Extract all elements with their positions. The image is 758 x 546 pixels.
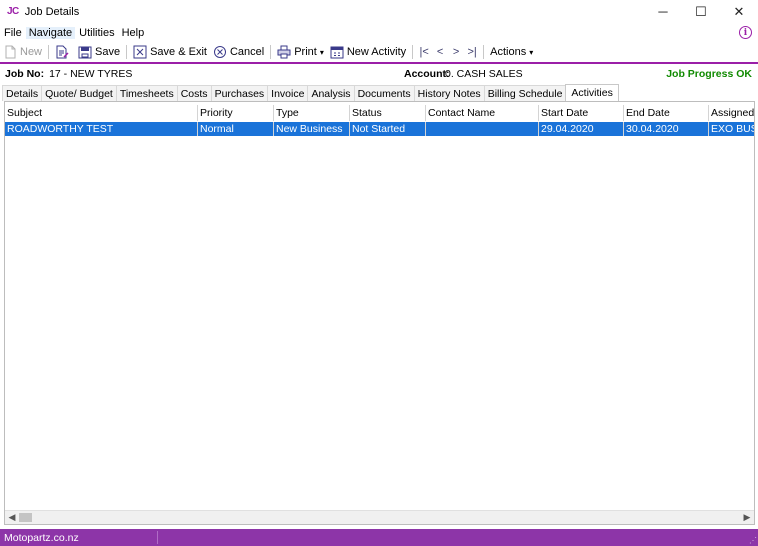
- horizontal-scrollbar[interactable]: ◀ ▶: [5, 510, 754, 524]
- tab-quote-budget[interactable]: Quote/ Budget: [41, 85, 117, 101]
- last-record-icon[interactable]: >|: [464, 46, 480, 58]
- column-header-subject[interactable]: Subject: [5, 105, 198, 121]
- print-button[interactable]: Print ▾: [274, 43, 327, 61]
- tab-billing-schedule[interactable]: Billing Schedule: [483, 85, 567, 101]
- minimize-button[interactable]: ─: [644, 0, 682, 23]
- toolbar-separator: [483, 45, 485, 59]
- window-title: Job Details: [24, 5, 80, 18]
- save-exit-button[interactable]: Save & Exit: [130, 43, 210, 61]
- menu-help[interactable]: Help: [119, 27, 148, 39]
- column-header-start-date[interactable]: Start Date: [539, 105, 624, 121]
- save-label: Save: [95, 46, 121, 58]
- tab-documents[interactable]: Documents: [353, 85, 415, 101]
- cell-assigned-to: EXO BUSIN: [711, 123, 754, 135]
- info-icon[interactable]: i: [739, 26, 752, 39]
- toolbar-separator: [412, 45, 414, 59]
- job-no-value: 17 - NEW TYRES: [49, 68, 133, 80]
- column-header-assigned-to[interactable]: Assigned T: [709, 105, 754, 121]
- cell-end-date: 30.04.2020: [624, 122, 709, 136]
- print-dropdown-icon: ▾: [319, 47, 324, 57]
- actions-button[interactable]: Actions ▾: [487, 43, 536, 61]
- column-header-priority[interactable]: Priority: [198, 105, 274, 121]
- cancel-label: Cancel: [229, 46, 265, 58]
- close-button[interactable]: ✕: [720, 0, 758, 23]
- cell-type: New Business: [274, 122, 350, 136]
- actions-label: Actions: [490, 46, 527, 58]
- tab-purchases[interactable]: Purchases: [210, 85, 269, 101]
- save-exit-label: Save & Exit: [150, 46, 207, 58]
- accent-divider: [0, 62, 758, 64]
- maximize-button[interactable]: ☐: [682, 0, 720, 23]
- status-bar: Motopartz.co.nz ⋰: [0, 529, 758, 546]
- toolbar-separator: [270, 45, 272, 59]
- cell-priority: Normal: [198, 122, 274, 136]
- toolbar: New Save Save & Exit Cancel Print ▾ New …: [0, 42, 758, 62]
- tab-invoice[interactable]: Invoice: [267, 85, 309, 101]
- cell-start-date: 29.04.2020: [539, 122, 624, 136]
- account-value: 0. CASH SALES: [445, 68, 523, 80]
- account-label: Account:: [404, 68, 450, 80]
- first-record-icon[interactable]: |<: [416, 46, 432, 58]
- new-label: New: [20, 46, 43, 58]
- menu-file[interactable]: File: [1, 27, 25, 39]
- previous-record-icon[interactable]: <: [432, 46, 448, 58]
- column-header-contact-name[interactable]: Contact Name: [426, 105, 539, 121]
- print-label: Print: [294, 46, 317, 58]
- tab-activities[interactable]: Activities: [565, 84, 619, 101]
- cell-contact-name: [426, 122, 539, 136]
- new-button[interactable]: New: [0, 43, 45, 61]
- table-row[interactable]: ROADWORTHY TEST Normal New Business Not …: [5, 122, 754, 136]
- title-bar: JC Job Details ─ ☐ ✕: [0, 0, 758, 23]
- app-logo: JC: [7, 6, 19, 17]
- menu-utilities[interactable]: Utilities: [76, 27, 117, 39]
- actions-dropdown-icon: ▾: [529, 47, 534, 57]
- tab-history-notes[interactable]: History Notes: [413, 85, 485, 101]
- tab-analysis[interactable]: Analysis: [307, 85, 355, 101]
- job-no-label: Job No:: [5, 68, 45, 80]
- scroll-left-icon[interactable]: ◀: [7, 511, 17, 524]
- window-controls: ─ ☐ ✕: [644, 0, 758, 23]
- toolbar-separator: [48, 45, 50, 59]
- edit-document-button[interactable]: [52, 43, 75, 61]
- scrollbar-thumb[interactable]: [19, 513, 32, 522]
- menu-navigate[interactable]: Navigate: [25, 26, 76, 39]
- status-text: Motopartz.co.nz: [4, 531, 79, 544]
- column-header-type[interactable]: Type: [274, 105, 350, 121]
- job-info-bar: Job No: 17 - NEW TYRES Account: 0. CASH …: [0, 65, 758, 83]
- new-activity-label: New Activity: [346, 46, 407, 58]
- tab-timesheets[interactable]: Timesheets: [115, 85, 178, 101]
- column-header-end-date[interactable]: End Date: [624, 105, 709, 121]
- tab-details[interactable]: Details: [2, 85, 43, 101]
- status-separator: [157, 531, 158, 544]
- cancel-button[interactable]: Cancel: [210, 43, 267, 61]
- resize-grip-icon[interactable]: ⋰: [749, 536, 757, 545]
- save-icon: [78, 45, 92, 59]
- cancel-icon: [213, 45, 227, 59]
- activities-grid[interactable]: Subject Priority Type Status Contact Nam…: [4, 101, 755, 525]
- job-progress-status: Job Progress OK: [666, 68, 752, 80]
- menu-bar: File Navigate Utilities Help: [0, 23, 758, 42]
- scroll-right-icon[interactable]: ▶: [742, 511, 752, 524]
- next-record-icon[interactable]: >: [448, 46, 464, 58]
- edit-document-icon: [55, 45, 69, 59]
- save-button[interactable]: Save: [75, 43, 123, 61]
- save-exit-icon: [133, 45, 147, 59]
- cell-status: Not Started: [350, 122, 426, 136]
- tab-costs[interactable]: Costs: [176, 85, 212, 101]
- column-header-status[interactable]: Status: [350, 105, 426, 121]
- new-document-icon: [3, 45, 17, 59]
- new-activity-button[interactable]: New Activity: [327, 43, 409, 61]
- grid-header: Subject Priority Type Status Contact Nam…: [5, 105, 754, 121]
- calendar-icon: [330, 45, 344, 59]
- printer-icon: [277, 45, 291, 59]
- toolbar-separator: [126, 45, 128, 59]
- tab-strip: Details Quote/ Budget Timesheets Costs P…: [2, 84, 619, 101]
- cell-subject: ROADWORTHY TEST: [5, 122, 198, 136]
